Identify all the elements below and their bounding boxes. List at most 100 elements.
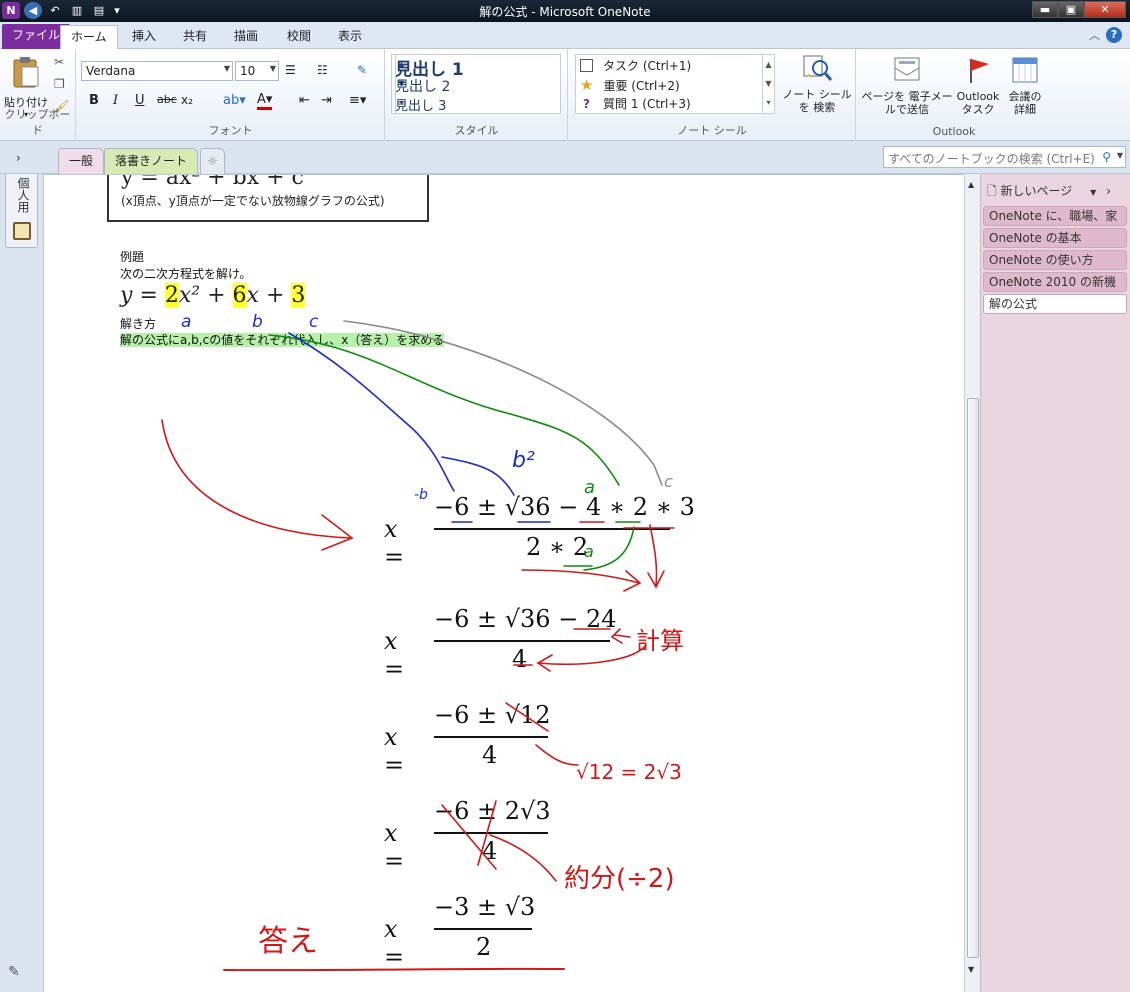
increase-indent-icon[interactable]: ⇥ bbox=[321, 93, 332, 108]
collapse-pages-icon[interactable]: › bbox=[1106, 184, 1111, 198]
coef-b: 6 bbox=[232, 283, 247, 308]
page-item[interactable]: OneNote の使い方 bbox=[983, 250, 1127, 270]
search-icon[interactable]: ⚲ bbox=[1102, 150, 1111, 164]
clipboard-group-label: クリップボード bbox=[4, 108, 71, 137]
flag-icon bbox=[970, 59, 989, 83]
font-color-icon[interactable]: A▾ bbox=[257, 93, 273, 110]
strikethrough-button[interactable]: abc bbox=[157, 93, 177, 106]
bold-button[interactable]: B bbox=[89, 93, 99, 108]
tag-todo[interactable]: タスク (Ctrl+1) bbox=[580, 57, 691, 74]
problem-equation: y = 2x² + 6x + 3 bbox=[120, 283, 306, 308]
step-numerator: −6 ± √36 − 24 bbox=[434, 605, 617, 633]
tab-draw[interactable]: 描画 bbox=[224, 25, 268, 49]
ink-arrowhead-down bbox=[647, 570, 665, 589]
clear-format-icon[interactable]: ✎ bbox=[357, 63, 373, 79]
ribbon-tabs: ファイル ホーム 挿入 共有 描画 校閲 表示 ︿ ? bbox=[0, 22, 1130, 49]
fraction-bar bbox=[434, 640, 610, 642]
find-tags-label: ノート シールを 検索 bbox=[782, 88, 852, 114]
decrease-indent-icon[interactable]: ⇤ bbox=[299, 93, 310, 108]
page-item[interactable]: OneNote に、職場、家 bbox=[983, 206, 1127, 226]
tags-gallery[interactable]: タスク (Ctrl+1) ★ 重要 (Ctrl+2) ? 質問 1 (Ctrl+3)… bbox=[575, 54, 775, 114]
tags-scroll[interactable]: ▲ ▼ ▾ bbox=[762, 55, 774, 113]
window-title: 解の公式 - Microsoft OneNote bbox=[479, 5, 651, 19]
minimize-button[interactable]: ▬ bbox=[1032, 1, 1058, 18]
search-scope-dropdown[interactable]: ▼ bbox=[1117, 151, 1123, 160]
meeting-details-button[interactable]: 会議の 詳細 bbox=[1003, 53, 1047, 116]
maximize-button[interactable]: ▣ bbox=[1058, 1, 1084, 18]
ink-arrow-left bbox=[161, 419, 353, 539]
meeting-details-label: 会議の 詳細 bbox=[1008, 90, 1042, 116]
outlook-task-button[interactable]: Outlook タスク bbox=[953, 55, 1003, 116]
tab-insert[interactable]: 挿入 bbox=[122, 25, 166, 49]
coef-c: 3 bbox=[291, 283, 306, 308]
font-name-value: Verdana bbox=[86, 64, 136, 78]
font-size-select[interactable]: 10 ▼ bbox=[235, 61, 279, 81]
tag-important[interactable]: ★ 重要 (Ctrl+2) bbox=[580, 76, 680, 94]
checkbox-icon bbox=[580, 59, 593, 72]
step-denominator: 4 bbox=[512, 645, 528, 673]
fraction-bar bbox=[434, 528, 670, 530]
tab-home[interactable]: ホーム bbox=[60, 25, 118, 49]
ink-label-c: c bbox=[309, 312, 319, 332]
highlight-icon[interactable]: ab▾ bbox=[223, 93, 246, 108]
new-page-dropdown-icon[interactable]: ▼ bbox=[1090, 188, 1096, 197]
styles-scroll[interactable]: ▲ ▼ ▾ bbox=[395, 55, 407, 113]
fraction-bar bbox=[434, 832, 548, 834]
help-icon[interactable]: ? bbox=[1106, 27, 1122, 43]
subscript-button[interactable]: x₂ bbox=[181, 93, 193, 107]
page-canvas[interactable]: y = ax² + bx + c (x頂点、y頂点が一定でない放物線グラフの公式… bbox=[44, 174, 965, 992]
tab-review[interactable]: 校閲 bbox=[277, 25, 321, 49]
notebook-tab[interactable]: 個人用 bbox=[5, 174, 38, 248]
section-tab-scribble[interactable]: 落書きノート bbox=[104, 148, 199, 174]
numbering-icon[interactable]: ☷ bbox=[317, 63, 333, 79]
notebook-name: 個人用 bbox=[16, 177, 30, 213]
cut-icon[interactable]: ✂ bbox=[54, 55, 70, 71]
search-input[interactable]: すべてのノートブックの検索 (Ctrl+E) ⚲ ▼ bbox=[883, 146, 1126, 168]
scroll-down-icon[interactable]: ▼ bbox=[968, 965, 974, 974]
star-icon: ★ bbox=[580, 76, 594, 94]
window-controls: ▬ ▣ ✕ bbox=[1032, 1, 1126, 18]
underline-button[interactable]: U bbox=[135, 93, 145, 108]
scroll-thumb[interactable] bbox=[967, 398, 979, 958]
ink-label-b-squared: b² bbox=[512, 448, 535, 473]
ink-arrowhead-den bbox=[623, 570, 642, 592]
ink-arrow-calc bbox=[613, 634, 631, 638]
scroll-up-icon[interactable]: ▲ bbox=[968, 180, 974, 189]
email-page-button[interactable]: ページを 電子メールで送信 bbox=[861, 55, 953, 116]
outlook-group: ページを 電子メールで送信 Outlook タスク 会議の 詳細 Outlook bbox=[857, 49, 1051, 141]
copy-icon[interactable]: ❐ bbox=[54, 77, 70, 93]
ink-arrow-down bbox=[649, 524, 658, 586]
expand-navigation-icon[interactable]: › bbox=[16, 151, 21, 165]
tag-question[interactable]: ? 質問 1 (Ctrl+3) bbox=[580, 95, 691, 112]
collapse-ribbon-icon[interactable]: ︿ bbox=[1089, 27, 1100, 43]
new-section-tab[interactable]: ☼ bbox=[200, 148, 225, 174]
section-tabs-bar: › 一般 落書きノート ☼ すべてのノートブックの検索 (Ctrl+E) ⚲ ▼ bbox=[0, 141, 1130, 174]
tab-share[interactable]: 共有 bbox=[173, 25, 217, 49]
page-item[interactable]: OneNote 2010 の新機 bbox=[983, 272, 1127, 292]
ink-arrow-calc-den bbox=[537, 644, 647, 665]
ink-label-calc: 計算 bbox=[636, 627, 684, 655]
page-item-active[interactable]: 解の公式 bbox=[983, 294, 1127, 314]
font-size-value: 10 bbox=[240, 64, 256, 78]
font-name-select[interactable]: Verdana ▼ bbox=[81, 61, 233, 81]
page-item[interactable]: OneNote の基本 bbox=[983, 228, 1127, 248]
find-tags-button[interactable]: ノート シールを 検索 bbox=[779, 53, 855, 114]
page-scrollbar[interactable]: ▲ ▼ bbox=[964, 174, 980, 992]
formula-caption: (x頂点、y頂点が一定でない放物線グラフの公式) bbox=[121, 194, 385, 208]
bullets-icon[interactable]: ☰ bbox=[285, 63, 301, 79]
step-lhs: x = bbox=[384, 915, 405, 971]
formula-box: y = ax² + bx + c (x頂点、y頂点が一定でない放物線グラフの公式… bbox=[107, 175, 429, 222]
step-denominator: 2 ∗ 2 bbox=[526, 533, 589, 561]
instruction-text: 解の公式にa,b,cの値をそれぞれ代入し、x（答え）を求める bbox=[120, 333, 445, 347]
section-tab-general[interactable]: 一般 bbox=[58, 148, 105, 174]
ink-curve-a bbox=[268, 334, 620, 486]
tab-view[interactable]: 表示 bbox=[328, 25, 372, 49]
italic-button[interactable]: I bbox=[113, 93, 118, 108]
step-denominator: 2 bbox=[476, 933, 492, 961]
close-button[interactable]: ✕ bbox=[1084, 1, 1126, 18]
styles-gallery[interactable]: 見出し 1 見出し 2 見出し 3 ▲ ▼ ▾ bbox=[391, 54, 561, 114]
new-page-button[interactable]: 🗋 新しいページ ▼ › bbox=[987, 182, 1111, 203]
fraction-bar bbox=[434, 736, 548, 738]
unfiled-notes-icon[interactable]: ✎ bbox=[8, 964, 20, 980]
align-icon[interactable]: ≡▾ bbox=[349, 93, 366, 108]
